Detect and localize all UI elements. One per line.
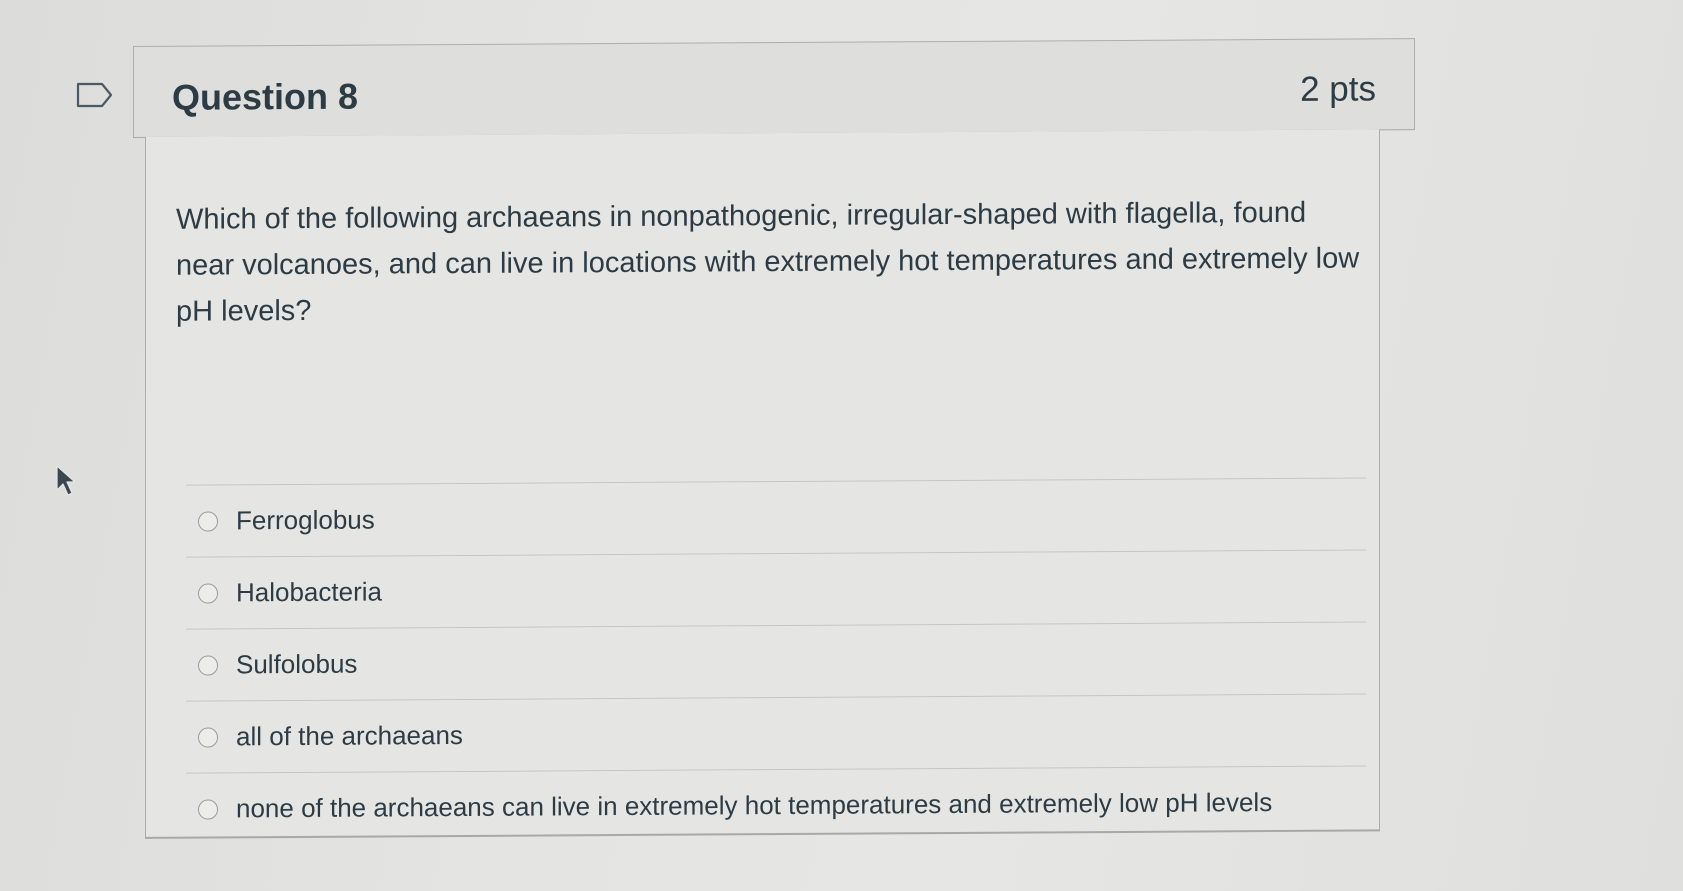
answer-list: Ferroglobus Halobacteria Sulfolobus all … xyxy=(186,477,1366,845)
mouse-pointer-icon xyxy=(56,465,76,496)
radio-button-icon[interactable] xyxy=(198,582,218,604)
question-points: 2 pts xyxy=(1300,69,1376,109)
radio-button-icon[interactable] xyxy=(198,726,218,748)
question-text: Which of the following archaeans in nonp… xyxy=(176,196,1360,328)
answer-option[interactable]: Ferroglobus xyxy=(186,478,1366,558)
answer-label[interactable]: Ferroglobus xyxy=(236,505,375,537)
answer-option[interactable]: Halobacteria xyxy=(186,550,1366,630)
question-card: Question 8 2 pts Which of the following … xyxy=(133,38,1415,845)
radio-button-icon[interactable] xyxy=(198,510,218,532)
answer-option[interactable]: Sulfolobus xyxy=(186,622,1366,702)
answer-option[interactable]: all of the archaeans xyxy=(186,694,1366,774)
radio-button-icon[interactable] xyxy=(198,654,218,676)
answer-option[interactable]: none of the archaeans can live in extrem… xyxy=(186,766,1366,844)
radio-button-icon[interactable] xyxy=(198,798,218,820)
answer-label[interactable]: all of the archaeans xyxy=(236,720,463,752)
flag-question-icon[interactable] xyxy=(76,82,114,108)
answer-label[interactable]: Sulfolobus xyxy=(236,649,357,681)
question-body: Which of the following archaeans in nonp… xyxy=(145,129,1380,845)
question-title: Question 8 xyxy=(172,75,359,118)
question-header: Question 8 2 pts xyxy=(133,38,1415,138)
answer-label[interactable]: Halobacteria xyxy=(236,576,382,608)
answer-label[interactable]: none of the archaeans can live in extrem… xyxy=(236,787,1272,824)
